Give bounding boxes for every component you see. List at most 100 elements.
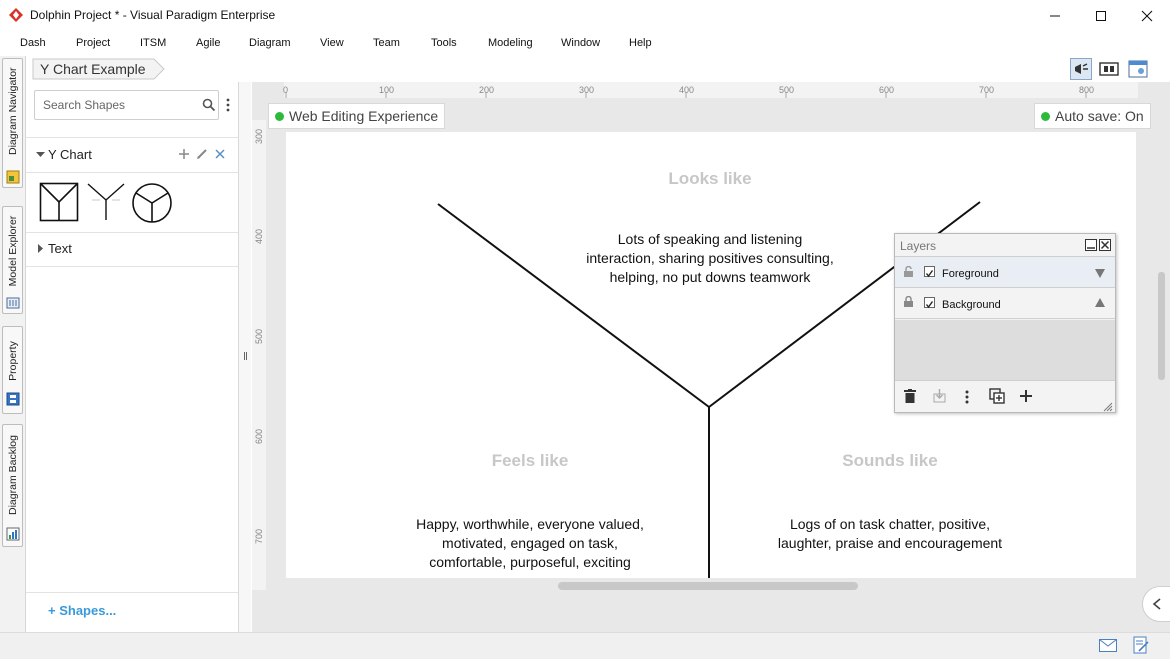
ruler-label-h: 100 <box>379 85 394 95</box>
tab-property[interactable]: Property <box>2 326 23 414</box>
looks-like-heading[interactable]: Looks like <box>610 169 810 189</box>
looks-like-text[interactable]: Lots of speaking and listening interacti… <box>560 230 860 287</box>
ruler-label-h: 600 <box>879 85 894 95</box>
move-down-icon[interactable] <box>1095 269 1105 278</box>
visibility-checkbox[interactable] <box>924 297 935 309</box>
text-line: comfortable, purposeful, exciting <box>429 554 631 570</box>
panel-divider <box>26 172 238 173</box>
mail-icon[interactable] <box>1099 639 1117 652</box>
layer-name: Foreground <box>942 268 999 280</box>
horizontal-scrollbar[interactable] <box>558 582 858 590</box>
maximize-button[interactable] <box>1078 0 1124 32</box>
close-panel-icon[interactable] <box>1099 239 1111 251</box>
sounds-like-text[interactable]: Logs of on task chatter, positive, laugh… <box>740 515 1040 553</box>
layers-panel: Layers Foreground Background <box>894 233 1116 413</box>
text-line: Logs of on task chatter, positive, <box>789 516 990 532</box>
close-icon <box>1141 10 1153 22</box>
minimize-button[interactable] <box>1032 0 1078 32</box>
shapes-link[interactable]: + Shapes... <box>48 603 116 618</box>
left-tab-strip: Diagram Navigator Model Explorer Propert… <box>0 56 26 632</box>
menu-tools[interactable]: Tools <box>431 37 457 49</box>
y-chart-box-shape-icon[interactable] <box>39 182 79 222</box>
tab-label: Diagram Backlog <box>7 435 19 515</box>
trash-icon[interactable] <box>904 389 916 403</box>
tab-label: Property <box>7 341 19 381</box>
text-group-label: Text <box>48 241 72 256</box>
fit-diagram-icon[interactable] <box>1098 58 1120 80</box>
vertical-ruler <box>252 120 266 590</box>
shape-group-header[interactable]: Y Chart <box>26 144 238 166</box>
chevron-left-icon <box>1152 598 1161 610</box>
breadcrumb[interactable]: Y Chart Example <box>32 58 165 80</box>
unlock-icon[interactable] <box>903 266 914 278</box>
ruler-label-h: 800 <box>1079 85 1094 95</box>
lock-icon[interactable] <box>903 296 914 308</box>
shapes-link-label: Shapes... <box>59 603 117 618</box>
minimize-panel-icon[interactable] <box>1085 239 1097 251</box>
layer-row-foreground[interactable]: Foreground <box>895 257 1115 288</box>
tab-model-explorer[interactable]: Model Explorer <box>2 206 23 314</box>
vertical-scrollbar[interactable] <box>1158 272 1165 380</box>
panel-splitter[interactable] <box>239 82 251 632</box>
close-group-icon[interactable] <box>215 149 225 159</box>
search-input[interactable] <box>41 97 195 113</box>
collapse-panel-button[interactable] <box>1142 586 1170 622</box>
search-icon[interactable] <box>202 98 216 112</box>
status-bar <box>0 632 1170 659</box>
text-line: helping, no put downs teamwork <box>609 269 811 285</box>
ruler-label-h: 500 <box>779 85 794 95</box>
menu-diagram[interactable]: Diagram <box>249 37 291 49</box>
duplicate-layer-icon[interactable] <box>989 388 1005 404</box>
menu-itsm[interactable]: ITSM <box>140 37 166 49</box>
panel-divider <box>26 137 238 138</box>
move-up-icon[interactable] <box>1095 298 1105 307</box>
edit-icon[interactable] <box>196 148 208 160</box>
tab-diagram-navigator[interactable]: Diagram Navigator <box>2 58 23 188</box>
menu-view[interactable]: View <box>320 37 344 49</box>
ruler-label-v: 500 <box>254 329 264 344</box>
ruler-label-v: 600 <box>254 429 264 444</box>
sounds-like-heading[interactable]: Sounds like <box>790 451 990 471</box>
menu-help[interactable]: Help <box>629 37 652 49</box>
shape-group-label: Y Chart <box>48 147 92 162</box>
visibility-checkbox[interactable] <box>924 266 935 278</box>
menu-project[interactable]: Project <box>76 37 110 49</box>
tab-label: Model Explorer <box>7 215 19 287</box>
more-options-icon[interactable] <box>965 390 969 404</box>
panel-divider <box>26 592 238 593</box>
menu-modeling[interactable]: Modeling <box>488 37 533 49</box>
add-icon[interactable] <box>178 148 190 160</box>
feels-like-text[interactable]: Happy, worthwhile, everyone valued, moti… <box>380 515 680 572</box>
merge-down-icon[interactable] <box>933 389 946 403</box>
announce-icon[interactable] <box>1070 58 1092 80</box>
chevron-right-icon <box>38 244 43 253</box>
add-layer-icon[interactable] <box>1019 389 1033 403</box>
feels-like-heading[interactable]: Feels like <box>430 451 630 471</box>
y-chart-lines-shape-icon[interactable] <box>86 182 126 222</box>
web-editing-badge[interactable]: Web Editing Experience <box>268 103 446 129</box>
resize-grip-icon[interactable] <box>1102 401 1113 412</box>
horizontal-ruler <box>284 82 1138 98</box>
menu-team[interactable]: Team <box>373 37 400 49</box>
menu-window[interactable]: Window <box>561 37 600 49</box>
menu-agile[interactable]: Agile <box>196 37 220 49</box>
menu-dash[interactable]: Dash <box>20 37 46 49</box>
document-edit-icon[interactable] <box>1133 636 1149 654</box>
ruler-label-h: 300 <box>579 85 594 95</box>
diagram-settings-icon[interactable] <box>1127 58 1149 80</box>
checkmark-icon <box>925 270 934 278</box>
close-button[interactable] <box>1124 0 1170 32</box>
panel-divider <box>26 232 238 233</box>
app-logo-icon <box>9 8 23 22</box>
panel-divider <box>26 266 238 267</box>
autosave-badge[interactable]: Auto save: On <box>1034 103 1151 129</box>
y-chart-circle-shape-icon[interactable] <box>131 182 173 224</box>
layer-row-background[interactable]: Background <box>895 288 1115 319</box>
panel-menu-icon[interactable] <box>225 98 231 112</box>
chevron-down-icon <box>36 152 45 157</box>
text-group-header[interactable]: Text <box>26 238 238 260</box>
tab-diagram-backlog[interactable]: Diagram Backlog <box>2 424 23 547</box>
layers-header[interactable]: Layers <box>895 234 1115 257</box>
window-title: Dolphin Project * - Visual Paradigm Ente… <box>30 8 276 22</box>
web-editing-label: Web Editing Experience <box>289 108 439 124</box>
